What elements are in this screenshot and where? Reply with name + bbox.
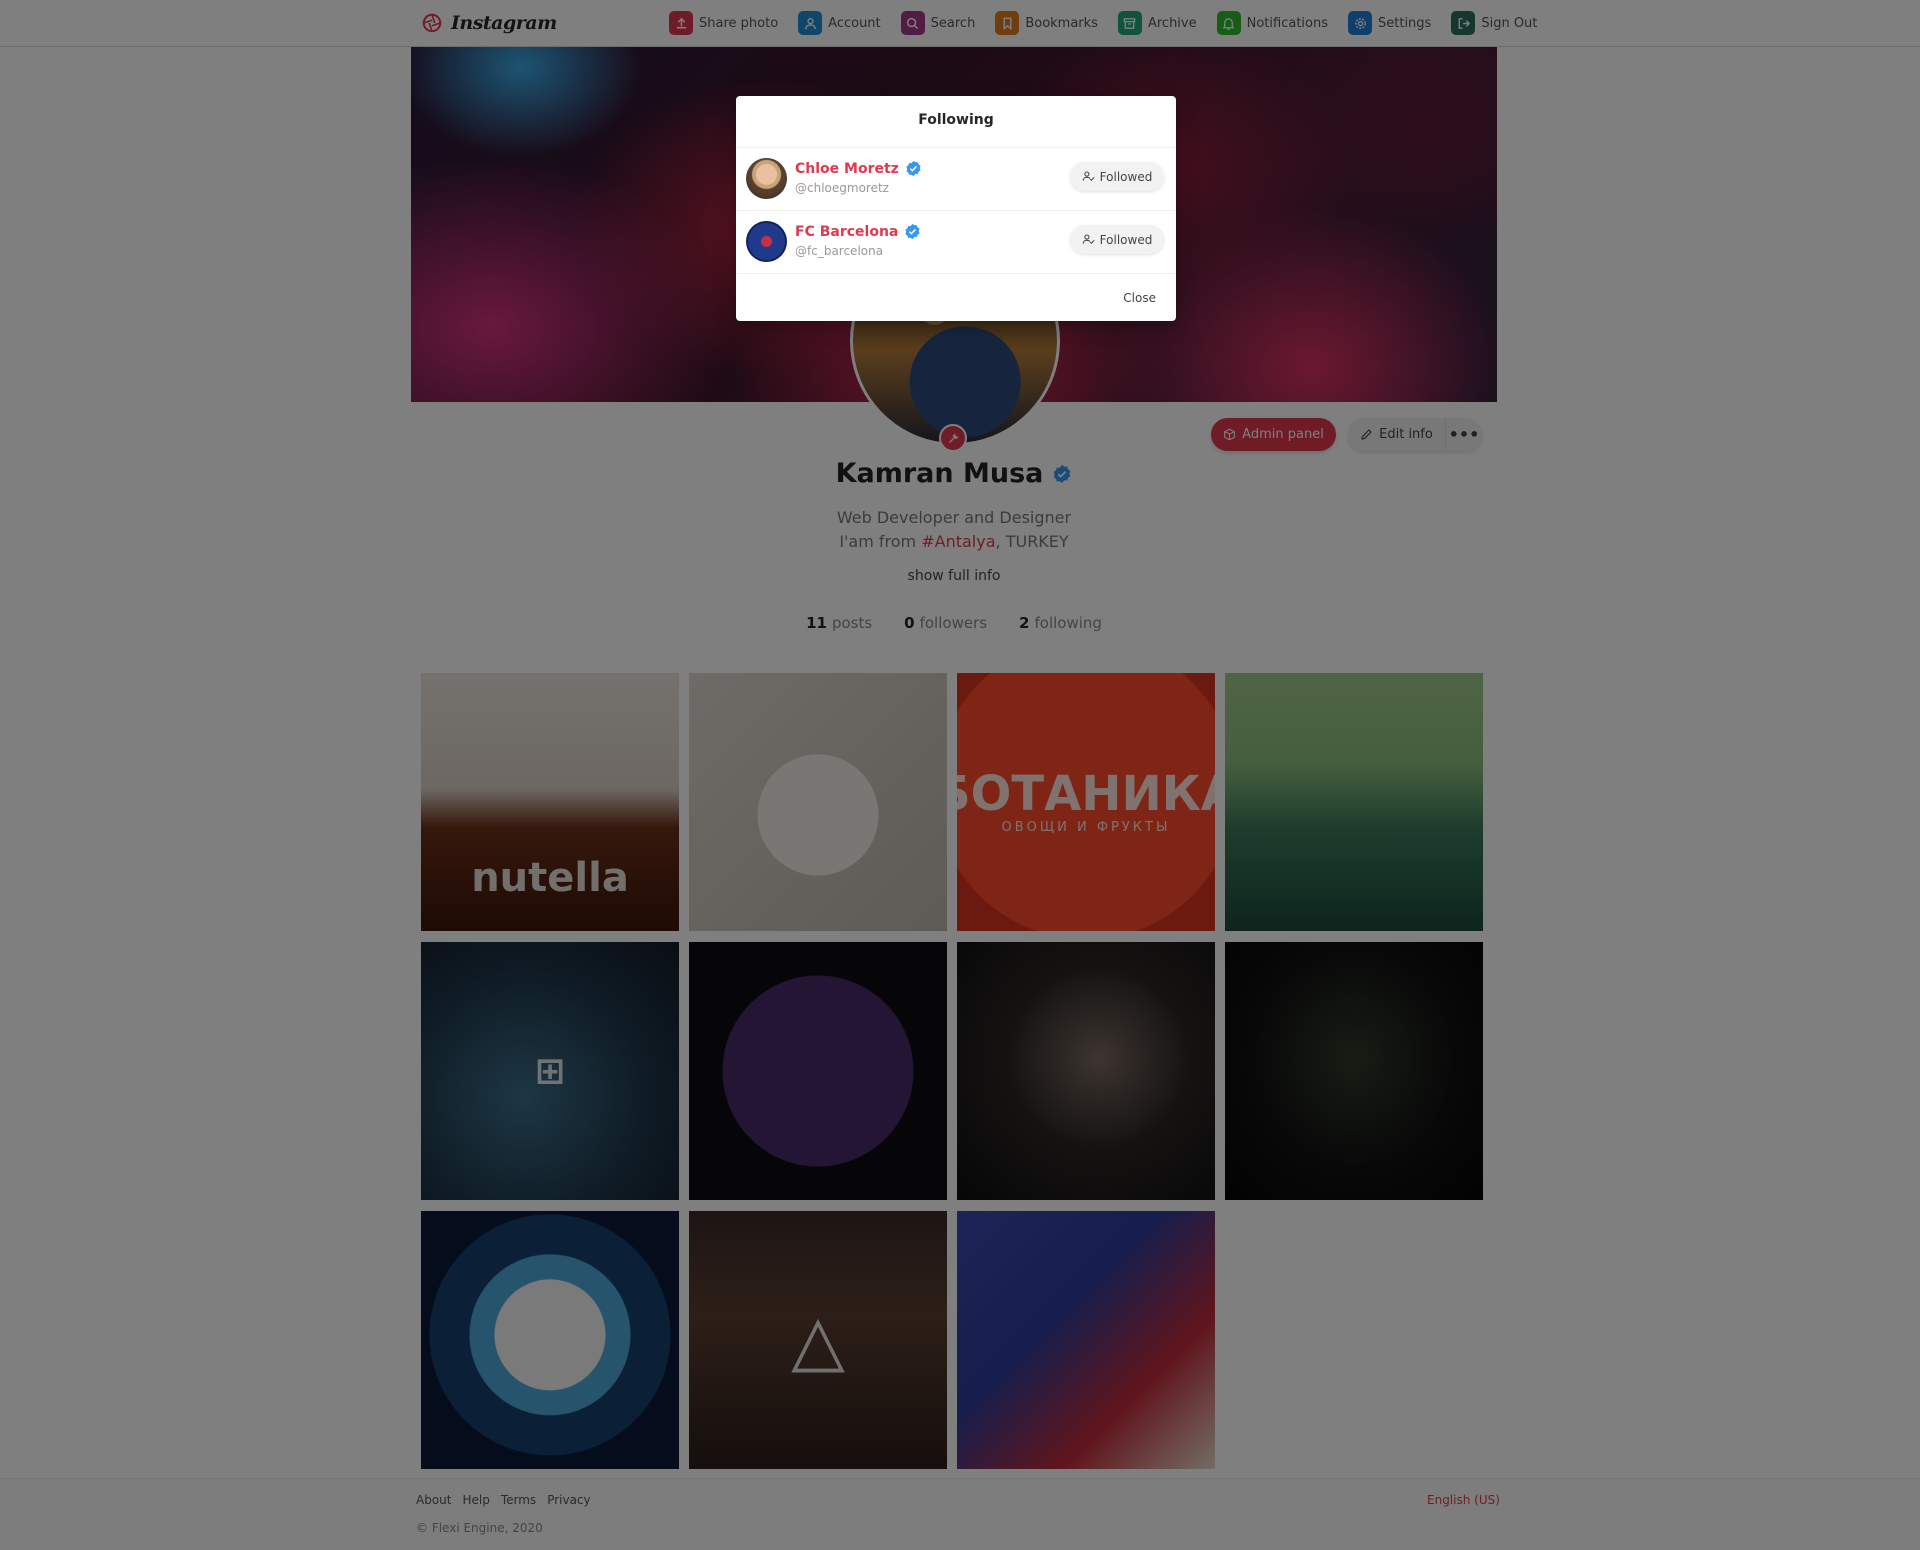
avatar[interactable] — [746, 221, 787, 262]
user-name-text: Chloe Moretz — [795, 160, 899, 177]
following-list-item: Chloe Moretz @chloegmoretz Followed — [736, 148, 1176, 211]
followed-button[interactable]: Followed — [1070, 225, 1164, 254]
following-modal: Following Chloe Moretz @chloegmoretz Fol… — [736, 96, 1176, 321]
following-list-item: FC Barcelona @fc_barcelona Followed — [736, 211, 1176, 274]
user-handle: @fc_barcelona — [795, 244, 884, 258]
user-name[interactable]: FC Barcelona — [795, 223, 921, 240]
verified-badge-icon — [905, 223, 920, 240]
close-button[interactable]: Close — [1123, 291, 1156, 305]
followed-button[interactable]: Followed — [1070, 162, 1164, 191]
followed-label: Followed — [1099, 169, 1153, 184]
user-handle: @chloegmoretz — [795, 181, 889, 195]
verified-badge-icon — [906, 160, 921, 177]
followed-label: Followed — [1099, 232, 1153, 247]
user-name-text: FC Barcelona — [795, 223, 899, 240]
modal-title: Following — [736, 96, 1176, 148]
user-name[interactable]: Chloe Moretz — [795, 160, 922, 177]
avatar[interactable] — [746, 158, 787, 199]
user-check-icon — [1082, 234, 1095, 244]
user-check-icon — [1082, 171, 1095, 181]
modal-footer: Close — [736, 277, 1176, 321]
